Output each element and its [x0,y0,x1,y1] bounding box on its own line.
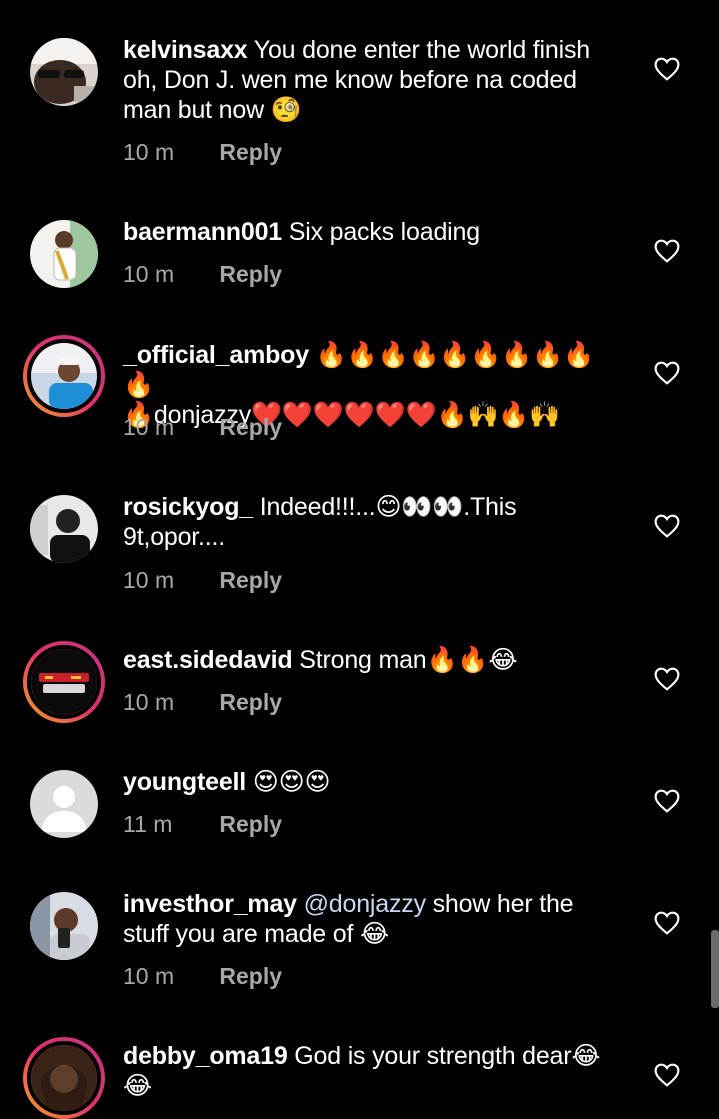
avatar-story-ring[interactable] [23,641,105,723]
comment-text: baermann001 Six packs loading [123,217,623,247]
comment-time: 10 m [123,567,175,593]
comment-text: youngteell 😍😍😍 [123,767,623,797]
comment-body: Strong man🔥🔥😂 [299,646,518,674]
avatar[interactable] [30,495,98,563]
comment-time: 10 m [123,261,175,287]
avatar[interactable] [30,892,98,960]
comment-body-continued: 9t,opor.... [123,523,226,551]
comment-meta: 10 m Reply [123,565,282,595]
reply-button[interactable]: Reply [219,261,282,287]
comment-body: God is your strength dear😂 [294,1042,601,1070]
avatar-story-ring[interactable] [23,1037,105,1119]
avatar[interactable] [30,770,98,838]
comment-username[interactable]: youngteell [123,768,246,796]
comment-username[interactable]: _official_amboy [123,341,309,369]
profile-photo-icon [30,220,98,288]
comment-time: 10 m [123,689,175,715]
heart-icon[interactable] [654,361,680,385]
comment-text: kelvinsaxx You done enter the world fini… [123,35,623,125]
heart-icon[interactable] [654,239,680,263]
comment-username[interactable]: investhor_may [123,890,297,918]
reply-button[interactable]: Reply [219,689,282,715]
comment-text: rosickyog_ Indeed!!!...😊👀👀.This 9t,opor.… [123,492,623,552]
comment-meta: 11 m Reply [123,809,282,839]
heart-icon[interactable] [654,1063,680,1087]
comment-username[interactable]: kelvinsaxx [123,36,248,64]
comment-text: debby_oma19 God is your strength dear😂 😂 [123,1041,623,1101]
comment-time: 11 m [123,811,173,837]
comment-username[interactable]: baermann001 [123,218,282,246]
logo-eastside-david-icon [31,649,97,715]
comment-meta: 10 m Reply [123,259,282,289]
comment-text: investhor_may @donjazzy show her the stu… [123,889,623,949]
reply-button[interactable]: Reply [219,811,282,837]
heart-icon[interactable] [654,667,680,691]
profile-photo-icon [31,1045,97,1111]
comment-time: 10 m [123,963,175,989]
comment-body: 😍😍😍 [252,768,331,796]
heart-icon[interactable] [654,514,680,538]
heart-icon[interactable] [654,911,680,935]
comment-meta: 10 m Reply [123,137,282,167]
profile-photo-icon [30,495,98,563]
heart-icon[interactable] [654,789,680,813]
comments-list: kelvinsaxx You done enter the world fini… [0,0,719,1119]
scrollbar-thumb[interactable] [711,930,719,1008]
comment-body-continued: 😂 [123,1072,153,1100]
reply-button[interactable]: Reply [219,963,282,989]
avatar[interactable] [30,38,98,106]
default-avatar-icon [30,770,98,838]
comment-text: east.sidedavid Strong man🔥🔥😂 [123,645,623,675]
comment-meta: 10 m Reply [123,412,282,442]
comment-meta: 10 m Reply [123,687,282,717]
reply-button[interactable]: Reply [219,567,282,593]
comment-username[interactable]: debby_oma19 [123,1042,288,1070]
comment-time: 10 m [123,414,175,440]
reply-button[interactable]: Reply [219,414,282,440]
reply-button[interactable]: Reply [219,139,282,165]
comment-body: Indeed!!!...😊👀👀.This [259,493,517,521]
profile-photo-icon [30,38,98,106]
comment-username[interactable]: east.sidedavid [123,646,293,674]
comment-username[interactable]: rosickyog_ [123,493,253,521]
avatar[interactable] [30,220,98,288]
avatar-story-ring[interactable] [23,335,105,417]
comment-body: Six packs loading [288,218,480,246]
comment-mention[interactable]: @donjazzy [304,890,426,918]
comment-time: 10 m [123,139,175,165]
comment-meta: 10 m Reply [123,961,282,991]
profile-photo-icon [30,892,98,960]
heart-icon[interactable] [654,57,680,81]
profile-photo-icon [31,343,97,409]
